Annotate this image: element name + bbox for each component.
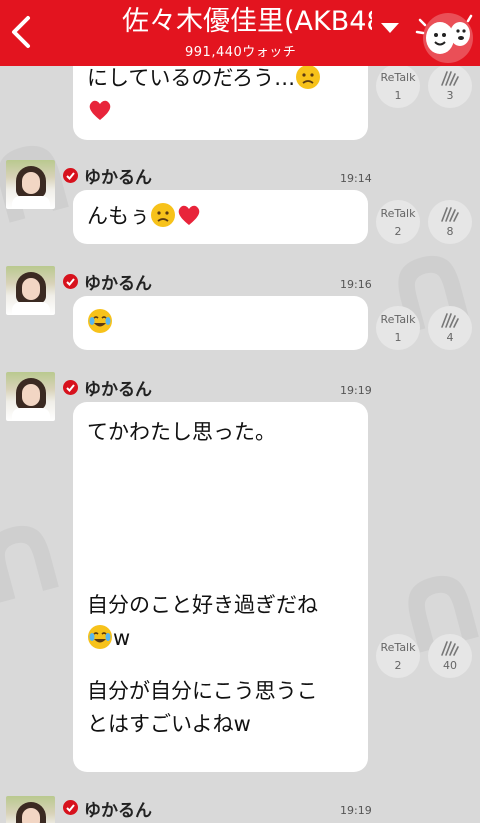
timeline[interactable]: ∩ ∩ ∩ ∩ にしているのだろう… ReTalk 1 3 ゆかるん 19:14… (0, 66, 480, 823)
retalk-label: ReTalk (380, 313, 416, 326)
clap-count: 8 (446, 225, 454, 238)
message-bubble[interactable]: にしているのだろう… (73, 66, 368, 140)
clap-button[interactable]: 8 (428, 200, 472, 244)
verified-badge-icon (63, 380, 78, 395)
app-header: 佐々木優佳里(AKB48 991,440ウォッチ (0, 0, 480, 66)
clap-icon (441, 207, 459, 222)
clap-count: 3 (446, 89, 454, 102)
mascot-icon[interactable] (414, 8, 478, 64)
timestamp: 19:19 (340, 384, 372, 397)
clap-icon (441, 641, 459, 656)
message-text: とはすごいよねw (87, 712, 251, 736)
retalk-count: 1 (394, 331, 402, 344)
retalk-label: ReTalk (380, 207, 416, 220)
message-bubble[interactable]: んもぅ (73, 190, 368, 244)
clap-button[interactable]: 3 (428, 66, 472, 108)
clap-button[interactable]: 40 (428, 634, 472, 678)
sad-face-emoji (295, 66, 321, 90)
user-name[interactable]: ゆかるん (84, 375, 152, 400)
timestamp: 19:19 (340, 804, 372, 817)
timestamp: 19:16 (340, 278, 372, 291)
message-text: てかわたし思った。 (87, 420, 276, 444)
retalk-button[interactable]: ReTalk 1 (376, 66, 420, 108)
dropdown-caret-icon[interactable] (381, 18, 399, 37)
user-name[interactable]: ゆかるん (84, 269, 152, 294)
clap-count: 4 (446, 331, 454, 344)
watermark-logo: ∩ (0, 475, 84, 636)
clap-count: 40 (443, 659, 457, 672)
sad-face-emoji (150, 202, 176, 228)
retalk-button[interactable]: ReTalk 1 (376, 306, 420, 350)
tears-of-joy-emoji (87, 308, 113, 334)
retalk-label: ReTalk (380, 641, 416, 654)
back-arrow-icon[interactable] (6, 12, 38, 52)
clap-icon (441, 71, 459, 86)
clap-icon (441, 313, 459, 328)
message-text: w (113, 626, 131, 650)
avatar[interactable] (6, 796, 55, 823)
heart-emoji (87, 97, 113, 123)
verified-badge-icon (63, 168, 78, 183)
timestamp: 19:14 (340, 172, 372, 185)
clap-button[interactable]: 4 (428, 306, 472, 350)
verified-badge-icon (63, 800, 78, 815)
user-name[interactable]: ゆかるん (84, 796, 152, 821)
message-text: 自分のこと好き過ぎだね (87, 593, 318, 617)
verified-badge-icon (63, 274, 78, 289)
retalk-button[interactable]: ReTalk 2 (376, 200, 420, 244)
message-text: 自分が自分にこう思うこ (87, 679, 318, 703)
avatar[interactable] (6, 266, 55, 315)
watch-count: 991,440ウォッチ (185, 45, 297, 60)
retalk-count: 2 (394, 225, 402, 238)
user-name[interactable]: ゆかるん (84, 163, 152, 188)
message-bubble[interactable] (73, 296, 368, 350)
avatar[interactable] (6, 372, 55, 421)
tears-of-joy-emoji (87, 624, 113, 650)
avatar[interactable] (6, 160, 55, 209)
message-text: にしているのだろう… (87, 66, 296, 90)
page-title[interactable]: 佐々木優佳里(AKB48 (122, 6, 372, 38)
heart-emoji (176, 202, 202, 228)
retalk-count: 2 (394, 659, 402, 672)
retalk-count: 1 (394, 89, 402, 102)
message-bubble[interactable]: てかわたし思った。 自分のこと好き過ぎだね w 自分が自分にこう思うこ とはすご… (73, 402, 368, 772)
retalk-button[interactable]: ReTalk 2 (376, 634, 420, 678)
retalk-label: ReTalk (380, 71, 416, 84)
message-text: んもぅ (87, 204, 150, 228)
